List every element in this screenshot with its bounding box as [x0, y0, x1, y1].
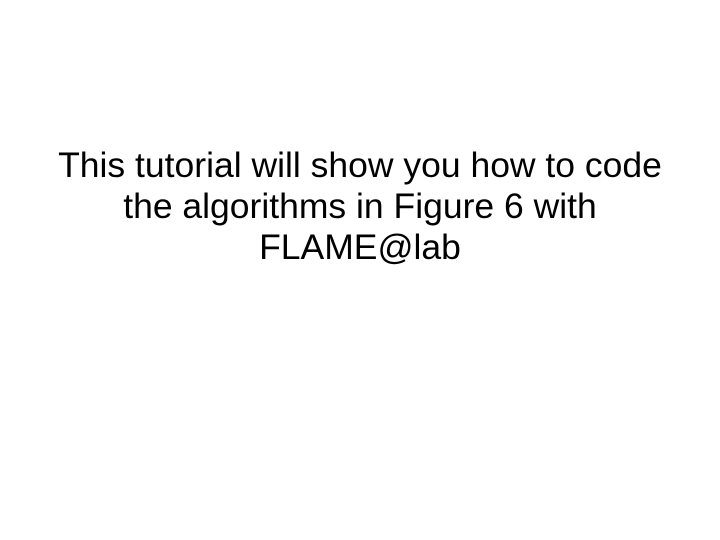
slide: This tutorial will show you how to code … — [0, 0, 720, 540]
body-text: This tutorial will show you how to code … — [55, 145, 665, 269]
